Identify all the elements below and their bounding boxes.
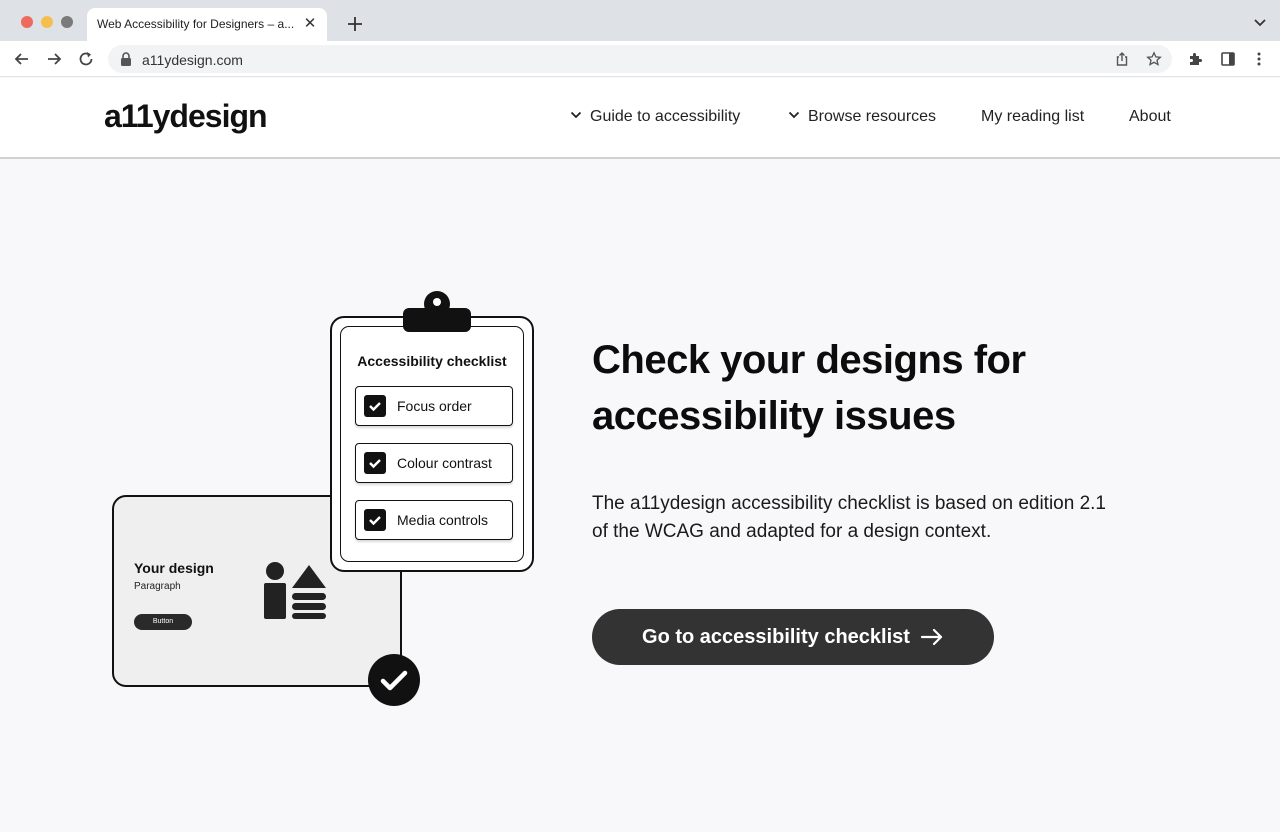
active-tab[interactable]: Web Accessibility for Designers – a... ✕ [87, 8, 327, 41]
browser-menu-icon[interactable] [1251, 51, 1267, 67]
nav-label: Browse resources [808, 108, 937, 125]
forward-icon[interactable] [44, 49, 64, 69]
design-card-title: Your design [134, 560, 214, 576]
close-tab-icon[interactable]: ✕ [301, 15, 319, 33]
clipboard-clip-icon [403, 291, 471, 332]
chevron-down-icon [570, 111, 582, 119]
nav-my-reading-list[interactable]: My reading list [981, 108, 1084, 126]
hero-description-line: The a11ydesign accessibility checklist i… [592, 493, 1106, 514]
arrow-right-icon [920, 628, 943, 646]
tab-search-chevron-icon[interactable] [1252, 14, 1268, 30]
nav-browse-resources[interactable]: Browse resources [788, 108, 936, 126]
checkbox-checked-icon [364, 509, 386, 531]
back-icon[interactable] [12, 49, 32, 69]
nav-label: Guide to accessibility [590, 108, 741, 125]
reload-icon[interactable] [76, 49, 96, 69]
site-header: a11ydesign Guide to accessibility Browse… [0, 78, 1280, 159]
checkbox-checked-icon [364, 452, 386, 474]
design-card-button: Button [134, 614, 192, 630]
shapes-icon [264, 562, 326, 619]
browser-toolbar: a11ydesign.com [0, 41, 1280, 77]
checkbox-checked-icon [364, 395, 386, 417]
hero-headline-line: accessibility issues [592, 394, 956, 438]
browser-tab-bar: Web Accessibility for Designers – a... ✕ [0, 0, 1280, 41]
close-window-button[interactable] [21, 16, 33, 28]
checklist-item-label: Colour contrast [397, 455, 492, 471]
cta-label: Go to accessibility checklist [642, 625, 910, 648]
nav-about[interactable]: About [1129, 108, 1171, 126]
share-icon[interactable] [1114, 51, 1130, 67]
hero-headline-line: Check your designs for [592, 338, 1026, 382]
tab-title: Web Accessibility for Designers – a... [97, 17, 295, 31]
approved-check-icon [368, 654, 420, 706]
checklist-item: Media controls [355, 500, 513, 540]
checklist-item: Colour contrast [355, 443, 513, 483]
site-logo[interactable]: a11ydesign [104, 98, 268, 135]
hero-headline: Check your designs for accessibility iss… [592, 332, 1192, 444]
maximize-window-button[interactable] [61, 16, 73, 28]
bookmark-star-icon[interactable] [1146, 51, 1162, 67]
nav-guide-to-accessibility[interactable]: Guide to accessibility [570, 108, 740, 126]
chevron-down-icon [788, 111, 800, 119]
extensions-icon[interactable] [1188, 51, 1204, 67]
design-card-paragraph: Paragraph [134, 581, 181, 592]
checklist-title: Accessibility checklist [357, 353, 507, 369]
checklist-clipboard: Accessibility checklist Focus order Colo… [330, 316, 534, 572]
hero-description-line: of the WCAG and adapted for a design con… [592, 521, 992, 542]
clipboard-paper: Accessibility checklist Focus order Colo… [340, 326, 524, 562]
lock-icon [121, 52, 131, 66]
side-panel-icon[interactable] [1220, 51, 1236, 67]
address-bar[interactable]: a11ydesign.com [108, 45, 1172, 73]
go-to-checklist-button[interactable]: Go to accessibility checklist [592, 609, 994, 665]
checklist-item: Focus order [355, 386, 513, 426]
hero-description: The a11ydesign accessibility checklist i… [592, 490, 1162, 546]
new-tab-icon[interactable] [344, 13, 366, 35]
checklist-item-label: Media controls [397, 512, 489, 528]
minimize-window-button[interactable] [41, 16, 53, 28]
url-text: a11ydesign.com [142, 52, 243, 68]
checklist-item-label: Focus order [397, 398, 472, 414]
